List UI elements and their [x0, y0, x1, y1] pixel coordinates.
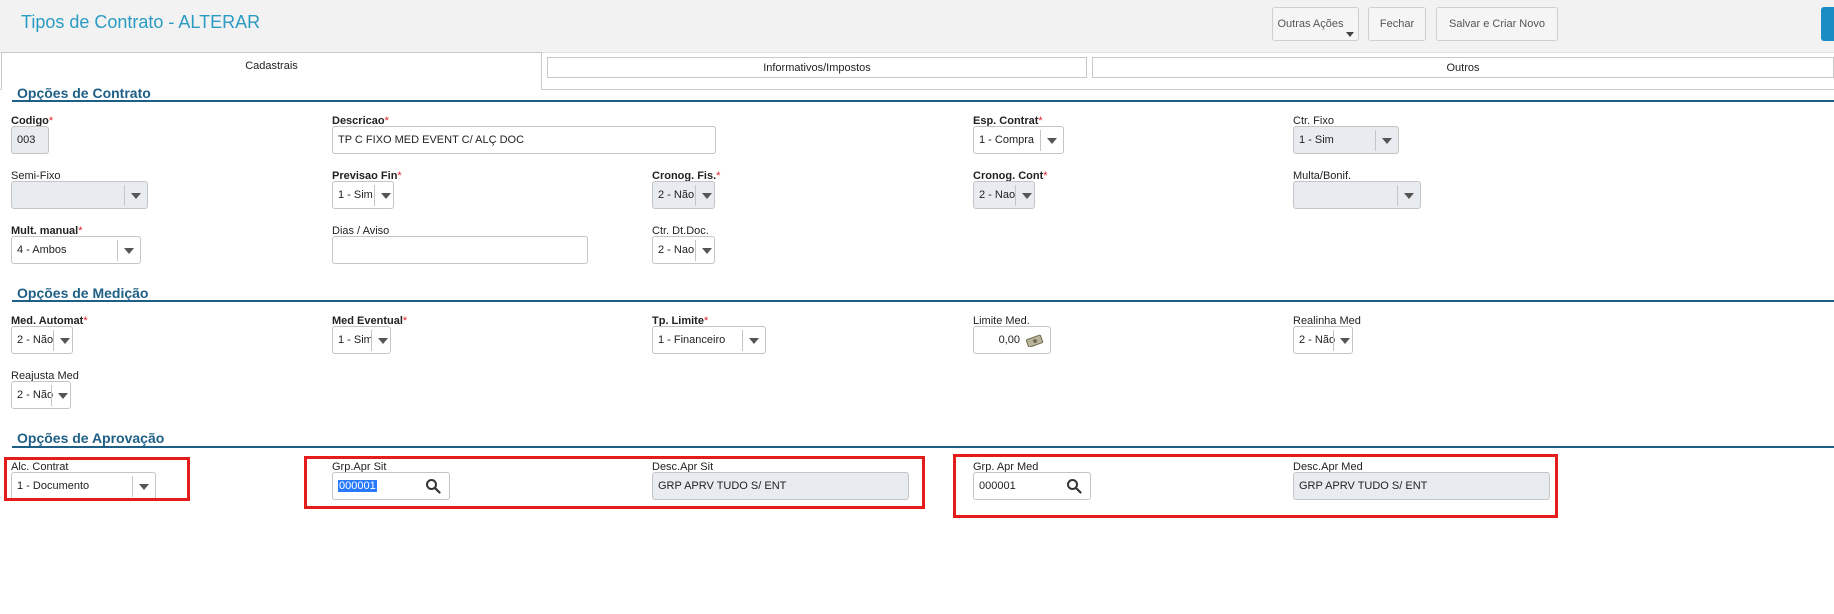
- previsao-fin-value: 1 - Sim: [338, 189, 373, 201]
- cronog-cont-value: 2 - Nao: [979, 189, 1016, 201]
- semi-fixo-select[interactable]: [11, 181, 148, 209]
- section-rule: [12, 100, 1834, 102]
- section-title-aprovacao: Opções de Aprovação: [17, 430, 165, 446]
- chevron-down-icon[interactable]: [53, 330, 72, 351]
- chevron-down-icon[interactable]: [124, 185, 147, 206]
- chevron-down-icon[interactable]: [1040, 130, 1063, 151]
- page-header: Tipos de Contrato - ALTERAR Outras Ações…: [0, 0, 1834, 53]
- esp-contrat-select[interactable]: 1 - Compra: [973, 126, 1064, 154]
- realinha-med-select[interactable]: 2 - Não: [1293, 326, 1353, 354]
- multa-bonif-select[interactable]: [1293, 181, 1421, 209]
- section-rule: [12, 446, 1834, 448]
- chevron-down-icon[interactable]: [742, 330, 765, 351]
- section-rule: [12, 300, 1834, 302]
- tp-limite-select[interactable]: 1 - Financeiro: [652, 326, 766, 354]
- outras-acoes-button[interactable]: Outras Ações: [1272, 7, 1359, 41]
- cronog-fis-value: 2 - Não: [658, 189, 695, 201]
- section-title-contrato: Opções de Contrato: [17, 85, 151, 101]
- cronog-fis-select[interactable]: 2 - Não: [652, 181, 715, 209]
- reajusta-med-select[interactable]: 2 - Não: [11, 381, 71, 409]
- ctr-dt-doc-value: 2 - Nao: [658, 244, 695, 256]
- codigo-field[interactable]: 003: [11, 126, 49, 154]
- limite-med-field[interactable]: 0,00: [973, 326, 1051, 354]
- page-title: Tipos de Contrato - ALTERAR: [21, 12, 261, 32]
- chevron-down-icon[interactable]: [1015, 185, 1034, 206]
- chevron-down-icon[interactable]: [374, 185, 393, 206]
- mult-manual-value: 4 - Ambos: [17, 244, 67, 256]
- previsao-fin-select[interactable]: 1 - Sim: [332, 181, 394, 209]
- chevron-down-icon[interactable]: [1397, 185, 1420, 206]
- descricao-field[interactable]: TP C FIXO MED EVENT C/ ALÇ DOC: [332, 126, 716, 154]
- limite-med-value: 0,00: [998, 334, 1020, 346]
- highlight-box-apr-med: [953, 454, 1558, 518]
- chevron-down-icon[interactable]: [117, 240, 140, 261]
- chevron-down-icon[interactable]: [51, 385, 70, 406]
- med-eventual-value: 1 - Sim: [338, 334, 373, 346]
- ctr-dt-doc-select[interactable]: 2 - Nao: [652, 236, 715, 264]
- realinha-med-value: 2 - Não: [1299, 334, 1336, 346]
- chevron-down-icon[interactable]: [695, 185, 714, 206]
- chevron-down-icon[interactable]: [371, 330, 390, 351]
- chevron-down-icon: [1346, 32, 1354, 37]
- confirm-button[interactable]: [1821, 7, 1834, 41]
- money-icon[interactable]: [1026, 333, 1044, 347]
- fechar-button[interactable]: Fechar: [1368, 7, 1426, 41]
- dias-aviso-field[interactable]: [332, 236, 588, 264]
- esp-contrat-value: 1 - Compra: [979, 134, 1035, 146]
- mult-manual-select[interactable]: 4 - Ambos: [11, 236, 141, 264]
- section-title-medicao: Opções de Medição: [17, 285, 149, 301]
- tab-outros[interactable]: Outros: [1092, 57, 1834, 78]
- highlight-box-apr-sit: [304, 456, 925, 509]
- salvar-criar-novo-button[interactable]: Salvar e Criar Novo: [1436, 7, 1558, 41]
- tp-limite-value: 1 - Financeiro: [658, 334, 726, 346]
- chevron-down-icon[interactable]: [695, 240, 714, 261]
- med-automat-select[interactable]: 2 - Não: [11, 326, 73, 354]
- cronog-cont-select[interactable]: 2 - Nao: [973, 181, 1035, 209]
- highlight-box-alc-contrat: [4, 457, 190, 501]
- reajusta-med-value: 2 - Não: [17, 389, 54, 401]
- med-automat-value: 2 - Não: [17, 334, 54, 346]
- outras-acoes-label: Outras Ações: [1277, 18, 1344, 30]
- chevron-down-icon[interactable]: [1333, 330, 1352, 351]
- tab-informativos-impostos[interactable]: Informativos/Impostos: [547, 57, 1087, 78]
- med-eventual-select[interactable]: 1 - Sim: [332, 326, 391, 354]
- ctr-fixo-select[interactable]: 1 - Sim: [1293, 126, 1399, 154]
- chevron-down-icon[interactable]: [1375, 130, 1398, 151]
- ctr-fixo-value: 1 - Sim: [1299, 134, 1334, 146]
